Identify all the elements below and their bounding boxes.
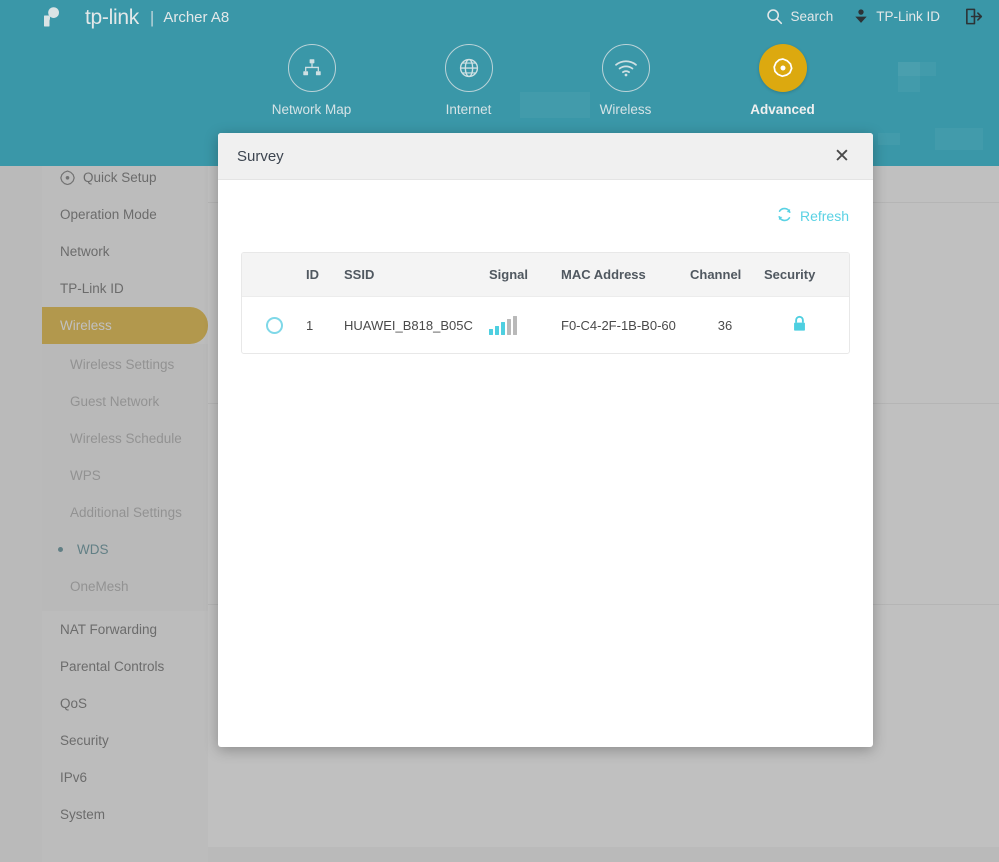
app-root: Quick Setup Operation Mode Network TP-Li… [0, 0, 999, 862]
lock-icon [792, 321, 807, 336]
tab-label: Advanced [704, 102, 861, 117]
header-utilities: Search TP-Link ID [756, 2, 991, 30]
column-header-signal: Signal [489, 267, 561, 282]
column-header-channel: Channel [686, 267, 764, 282]
modal-toolbar: Refresh [241, 180, 850, 252]
header-decoration [935, 128, 983, 150]
search-label: Search [790, 9, 833, 24]
brand-name: tp-link [85, 5, 139, 31]
column-header-id: ID [306, 267, 344, 282]
main-nav-tabs: Network Map Internet [0, 44, 999, 117]
search-button[interactable]: Search [756, 2, 843, 30]
cell-channel: 36 [686, 318, 764, 333]
signal-strength-icon [489, 316, 561, 335]
radio-button[interactable] [266, 317, 283, 334]
tab-network-map[interactable]: Network Map [233, 44, 390, 117]
refresh-label: Refresh [800, 208, 849, 224]
modal-body: Refresh ID SSID Signal MAC Address Chann… [218, 180, 873, 354]
tp-link-id-label: TP-Link ID [876, 9, 940, 24]
globe-icon [445, 44, 493, 92]
brand-separator: | [150, 5, 154, 31]
logout-icon [964, 7, 983, 26]
signal-bar [495, 326, 499, 335]
column-header-security: Security [764, 267, 834, 282]
cell-signal [489, 316, 561, 335]
signal-bar [501, 322, 505, 335]
tab-internet[interactable]: Internet [390, 44, 547, 117]
signal-bar [513, 316, 517, 335]
table-row[interactable]: 1 HUAWEI_B818_B05C F0-C4-2F-1B-B0-60 36 [242, 297, 849, 353]
tab-wireless[interactable]: Wireless [547, 44, 704, 117]
cell-ssid: HUAWEI_B818_B05C [344, 317, 489, 334]
cell-id: 1 [306, 318, 344, 333]
modal-title: Survey [237, 148, 827, 165]
survey-table: ID SSID Signal MAC Address Channel Secur… [241, 252, 850, 354]
close-icon[interactable]: ✕ [827, 141, 857, 171]
tab-label: Network Map [233, 102, 390, 117]
tp-link-id-button[interactable]: TP-Link ID [843, 2, 950, 30]
brand-model: Archer A8 [163, 5, 229, 31]
logout-button[interactable] [950, 2, 991, 30]
survey-modal: Survey ✕ Refresh [218, 133, 873, 747]
tab-label: Wireless [547, 102, 704, 117]
wifi-icon [602, 44, 650, 92]
brand[interactable]: tp-link | Archer A8 [42, 3, 229, 33]
header-decoration [878, 133, 900, 145]
cell-security [764, 315, 834, 336]
network-map-icon [288, 44, 336, 92]
tab-label: Internet [390, 102, 547, 117]
cell-mac-address: F0-C4-2F-1B-B0-60 [561, 317, 686, 334]
table-header-row: ID SSID Signal MAC Address Channel Secur… [242, 253, 849, 297]
column-header-mac-address: MAC Address [561, 266, 686, 283]
refresh-icon [776, 206, 793, 226]
column-header-ssid: SSID [344, 266, 489, 283]
signal-bar [489, 329, 493, 335]
search-icon [766, 8, 783, 25]
tp-link-id-icon [853, 8, 869, 25]
gear-icon [759, 44, 807, 92]
modal-header: Survey ✕ [218, 133, 873, 180]
row-select-cell [242, 317, 306, 334]
refresh-button[interactable]: Refresh [776, 206, 849, 226]
signal-bar [507, 319, 511, 335]
tab-advanced[interactable]: Advanced [704, 44, 861, 117]
tp-link-logo-icon [42, 5, 82, 31]
